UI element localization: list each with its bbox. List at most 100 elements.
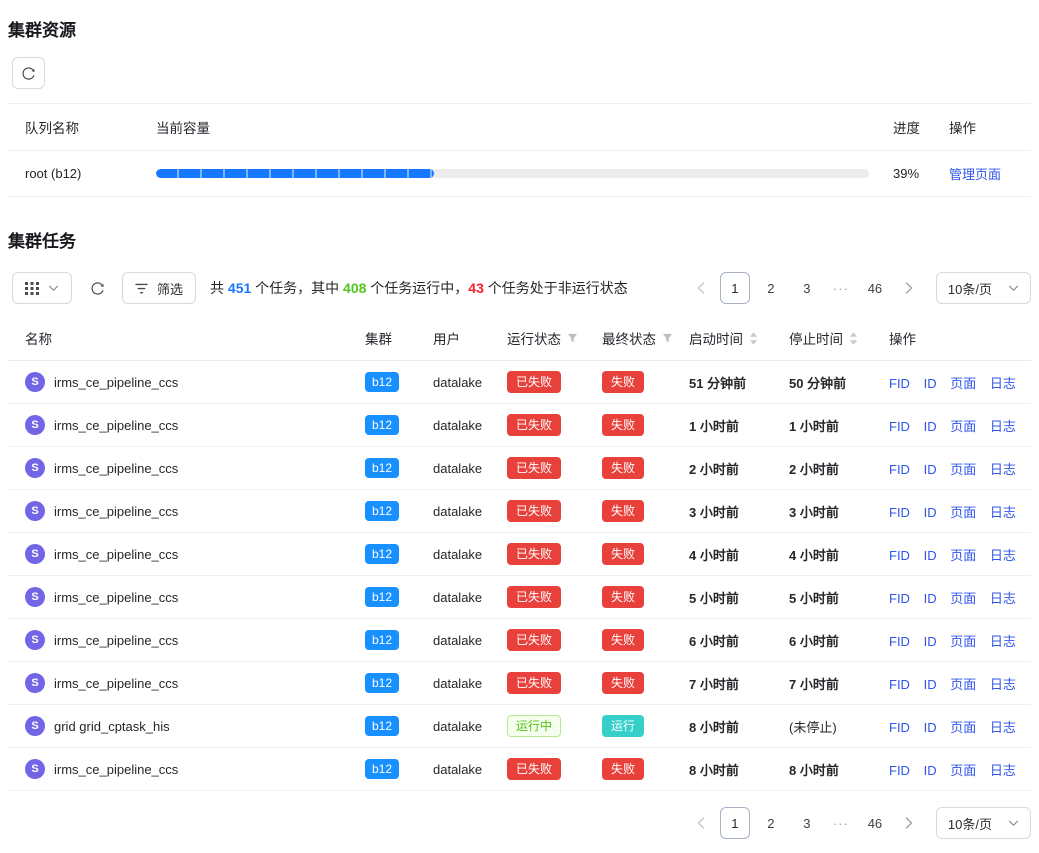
page-link[interactable]: 页面 xyxy=(950,677,976,692)
id-link[interactable]: ID xyxy=(924,677,937,692)
log-link[interactable]: 日志 xyxy=(990,720,1016,735)
page-button-1[interactable]: 1 xyxy=(720,272,750,304)
id-link[interactable]: ID xyxy=(924,591,937,606)
page-ellipsis[interactable]: ··· xyxy=(828,816,854,831)
page-button-1[interactable]: 1 xyxy=(720,807,750,839)
col-current-capacity: 当前容量 xyxy=(148,104,885,150)
fid-link[interactable]: FID xyxy=(889,591,910,606)
filter-funnel-icon[interactable] xyxy=(567,333,578,344)
id-link[interactable]: ID xyxy=(924,548,937,563)
log-link[interactable]: 日志 xyxy=(990,763,1016,778)
run-status-badge: 已失败 xyxy=(507,543,561,565)
fid-link[interactable]: FID xyxy=(889,505,910,520)
task-name: irms_ce_pipeline_ccs xyxy=(54,418,178,433)
task-summary: 共 451 个任务，其中 408 个任务运行中，43 个任务处于非运行状态 xyxy=(210,278,628,298)
page-link[interactable]: 页面 xyxy=(950,634,976,649)
fid-link[interactable]: FID xyxy=(889,419,910,434)
next-page-button[interactable] xyxy=(896,807,922,839)
page-link[interactable]: 页面 xyxy=(950,462,976,477)
cluster-badge: b12 xyxy=(365,415,399,435)
stop-time: 4 小时前 xyxy=(789,548,839,563)
page-link[interactable]: 页面 xyxy=(950,720,976,735)
id-link[interactable]: ID xyxy=(924,505,937,520)
table-row: S irms_ce_pipeline_ccs b12 datalake 已失败 … xyxy=(8,619,1031,662)
capacity-progress-track xyxy=(156,169,869,178)
start-time: 5 小时前 xyxy=(689,591,739,606)
cluster-badge: b12 xyxy=(365,630,399,650)
sorter-icon[interactable] xyxy=(749,332,758,345)
fid-link[interactable]: FID xyxy=(889,763,910,778)
page-button-last[interactable]: 46 xyxy=(860,807,890,839)
page-size-select[interactable]: 10条/页 xyxy=(936,272,1031,304)
id-link[interactable]: ID xyxy=(924,720,937,735)
page-link[interactable]: 页面 xyxy=(950,763,976,778)
spark-avatar-icon: S xyxy=(25,587,45,607)
log-link[interactable]: 日志 xyxy=(990,591,1016,606)
id-link[interactable]: ID xyxy=(924,763,937,778)
id-link[interactable]: ID xyxy=(924,376,937,391)
layout-grid-button[interactable] xyxy=(12,272,72,304)
cluster-badge: b12 xyxy=(365,673,399,693)
resources-table-row: root (b12) 39% 管理页面 xyxy=(8,151,1031,197)
task-name: irms_ce_pipeline_ccs xyxy=(54,762,178,777)
page-link[interactable]: 页面 xyxy=(950,419,976,434)
page-link[interactable]: 页面 xyxy=(950,505,976,520)
sorter-icon[interactable] xyxy=(849,332,858,345)
log-link[interactable]: 日志 xyxy=(990,462,1016,477)
run-status-badge: 已失败 xyxy=(507,500,561,522)
col-user: 用户 xyxy=(425,316,499,361)
log-link[interactable]: 日志 xyxy=(990,548,1016,563)
final-status-badge: 失败 xyxy=(602,457,644,479)
log-link[interactable]: 日志 xyxy=(990,677,1016,692)
page-button-2[interactable]: 2 xyxy=(756,807,786,839)
log-link[interactable]: 日志 xyxy=(990,376,1016,391)
start-time: 8 小时前 xyxy=(689,763,739,778)
refresh-resources-button[interactable] xyxy=(12,57,45,89)
next-page-button[interactable] xyxy=(896,272,922,304)
cluster-badge: b12 xyxy=(365,759,399,779)
stop-time: 6 小时前 xyxy=(789,634,839,649)
filter-button[interactable]: 筛选 xyxy=(122,272,196,304)
stop-time: 7 小时前 xyxy=(789,677,839,692)
id-link[interactable]: ID xyxy=(924,462,937,477)
table-row: S irms_ce_pipeline_ccs b12 datalake 已失败 … xyxy=(8,490,1031,533)
table-row: S irms_ce_pipeline_ccs b12 datalake 已失败 … xyxy=(8,533,1031,576)
page: 集群资源 队列名称 当前容量 进度 操作 root (b12) xyxy=(0,0,1039,853)
fid-link[interactable]: FID xyxy=(889,677,910,692)
page-button-last[interactable]: 46 xyxy=(860,272,890,304)
prev-page-button[interactable] xyxy=(688,807,714,839)
filter-funnel-icon[interactable] xyxy=(662,333,673,344)
page-link[interactable]: 页面 xyxy=(950,376,976,391)
page-link[interactable]: 页面 xyxy=(950,548,976,563)
fid-link[interactable]: FID xyxy=(889,634,910,649)
prev-page-button[interactable] xyxy=(688,272,714,304)
id-link[interactable]: ID xyxy=(924,634,937,649)
page-button-2[interactable]: 2 xyxy=(756,272,786,304)
spark-avatar-icon: S xyxy=(25,630,45,650)
fid-link[interactable]: FID xyxy=(889,548,910,563)
page-button-3[interactable]: 3 xyxy=(792,807,822,839)
page-button-3[interactable]: 3 xyxy=(792,272,822,304)
stop-time: 2 小时前 xyxy=(789,462,839,477)
fid-link[interactable]: FID xyxy=(889,462,910,477)
chevron-down-icon xyxy=(1008,820,1019,827)
log-link[interactable]: 日志 xyxy=(990,505,1016,520)
log-link[interactable]: 日志 xyxy=(990,419,1016,434)
page-link[interactable]: 页面 xyxy=(950,591,976,606)
id-link[interactable]: ID xyxy=(924,419,937,434)
log-link[interactable]: 日志 xyxy=(990,634,1016,649)
page-size-value: 10条/页 xyxy=(948,814,992,833)
fid-link[interactable]: FID xyxy=(889,376,910,391)
refresh-tasks-button[interactable] xyxy=(84,272,110,304)
stop-time: (未停止) xyxy=(789,720,837,735)
page-ellipsis[interactable]: ··· xyxy=(828,281,854,296)
start-time: 4 小时前 xyxy=(689,548,739,563)
spark-avatar-icon: S xyxy=(25,759,45,779)
user-name: datalake xyxy=(433,504,482,519)
page-size-select[interactable]: 10条/页 xyxy=(936,807,1031,839)
user-name: datalake xyxy=(433,676,482,691)
cluster-badge: b12 xyxy=(365,587,399,607)
final-status-badge: 失败 xyxy=(602,500,644,522)
fid-link[interactable]: FID xyxy=(889,720,910,735)
manage-page-link[interactable]: 管理页面 xyxy=(949,167,1001,182)
